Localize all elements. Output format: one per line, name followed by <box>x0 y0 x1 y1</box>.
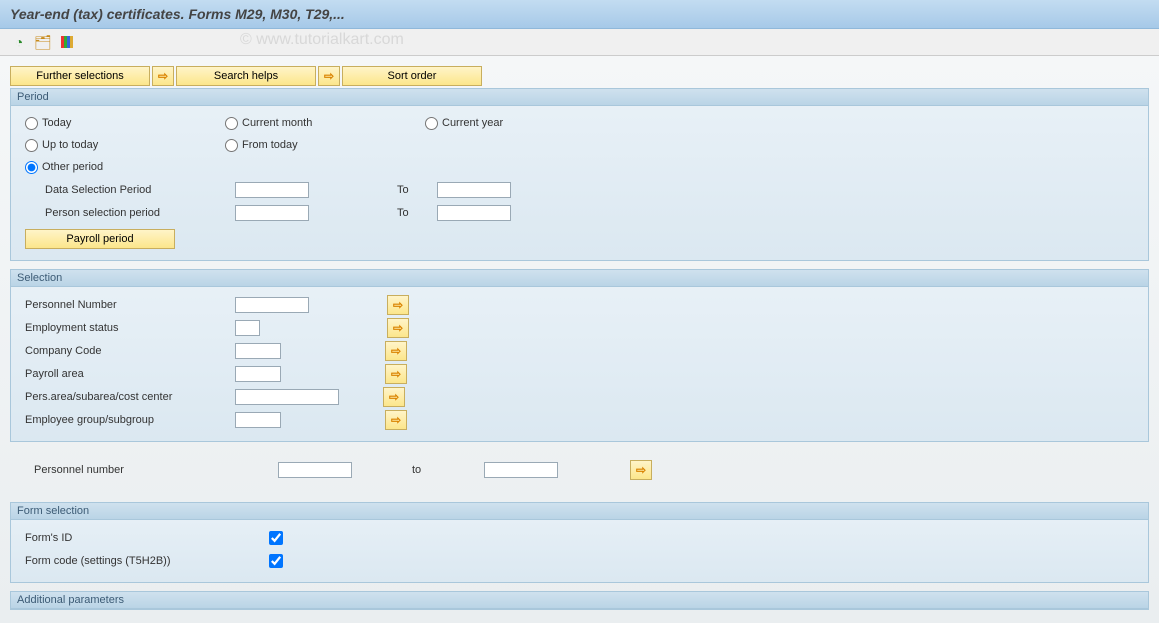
person-selection-from-input[interactable] <box>235 205 309 221</box>
arrow-right-icon: ⇨ <box>393 299 403 311</box>
period-group: Period Today Current month Current year … <box>10 88 1149 261</box>
sort-order-arrow-button[interactable]: ⇨ <box>318 66 340 86</box>
to-label: To <box>397 207 437 219</box>
loose-to-label: to <box>412 464 484 476</box>
person-selection-to-input[interactable] <box>437 205 511 221</box>
to-label: To <box>397 184 437 196</box>
radio-other-period[interactable]: Other period <box>25 161 165 174</box>
person-selection-period-label: Person selection period <box>25 207 235 219</box>
top-button-row: Further selections ⇨ Search helps ⇨ Sort… <box>10 66 1149 86</box>
data-selection-from-input[interactable] <box>235 182 309 198</box>
payroll-area-input[interactable] <box>235 366 281 382</box>
employment-status-input[interactable] <box>235 320 260 336</box>
company-code-multi-button[interactable]: ⇨ <box>385 341 407 361</box>
payroll-period-button[interactable]: Payroll period <box>25 229 175 249</box>
further-selections-button[interactable]: Further selections <box>10 66 150 86</box>
radio-up-to-today-label: Up to today <box>42 139 98 151</box>
radio-current-month-label: Current month <box>242 117 312 129</box>
arrow-right-icon: ⇨ <box>391 368 401 380</box>
additional-parameters-title: Additional parameters <box>11 592 1148 609</box>
radio-current-year[interactable]: Current year <box>425 117 565 130</box>
employee-group-input[interactable] <box>235 412 281 428</box>
personnel-number-row: Personnel number to ⇨ <box>10 456 1149 484</box>
employment-status-label: Employment status <box>25 322 235 334</box>
color-legend-icon[interactable] <box>58 33 76 51</box>
company-code-label: Company Code <box>25 345 235 357</box>
personnel-number-input[interactable] <box>235 297 309 313</box>
radio-from-today-label: From today <box>242 139 298 151</box>
arrow-right-icon: ⇨ <box>636 464 646 476</box>
radio-from-today[interactable]: From today <box>225 139 365 152</box>
arrow-right-icon: ⇨ <box>158 70 168 82</box>
personnel-number-label: Personnel Number <box>25 299 235 311</box>
loose-personnel-number-label: Personnel number <box>34 464 278 476</box>
get-variant-icon[interactable]: 🗂 <box>34 33 52 51</box>
app-toolbar: ◔ 🗂 © www.tutorialkart.com <box>0 29 1159 56</box>
payroll-area-label: Payroll area <box>25 368 235 380</box>
forms-id-label: Form's ID <box>25 532 269 544</box>
loose-personnel-number-to-input[interactable] <box>484 462 558 478</box>
payroll-area-multi-button[interactable]: ⇨ <box>385 364 407 384</box>
arrow-right-icon: ⇨ <box>391 414 401 426</box>
radio-other-period-label: Other period <box>42 161 103 173</box>
employee-group-label: Employee group/subgroup <box>25 414 235 426</box>
data-selection-to-input[interactable] <box>437 182 511 198</box>
pers-area-label: Pers.area/subarea/cost center <box>25 391 235 403</box>
selection-group-title: Selection <box>11 270 1148 287</box>
radio-today[interactable]: Today <box>25 117 165 130</box>
search-helps-button[interactable]: Search helps <box>176 66 316 86</box>
arrow-right-icon: ⇨ <box>324 70 334 82</box>
loose-personnel-number-multi-button[interactable]: ⇨ <box>630 460 652 480</box>
arrow-right-icon: ⇨ <box>391 345 401 357</box>
employment-status-multi-button[interactable]: ⇨ <box>387 318 409 338</box>
arrow-right-icon: ⇨ <box>389 391 399 403</box>
sort-order-button[interactable]: Sort order <box>342 66 482 86</box>
radio-today-label: Today <box>42 117 71 129</box>
pers-area-input[interactable] <box>235 389 339 405</box>
execute-icon[interactable]: ◔ <box>10 33 28 51</box>
personnel-number-multi-button[interactable]: ⇨ <box>387 295 409 315</box>
period-group-title: Period <box>11 89 1148 106</box>
pers-area-multi-button[interactable]: ⇨ <box>383 387 405 407</box>
window-title: Year-end (tax) certificates. Forms M29, … <box>0 0 1159 29</box>
radio-up-to-today[interactable]: Up to today <box>25 139 165 152</box>
content-area: Further selections ⇨ Search helps ⇨ Sort… <box>0 56 1159 623</box>
employee-group-multi-button[interactable]: ⇨ <box>385 410 407 430</box>
radio-current-year-label: Current year <box>442 117 503 129</box>
form-selection-group: Form selection Form's ID Form code (sett… <box>10 502 1149 583</box>
form-code-checkbox[interactable] <box>269 554 283 568</box>
arrow-right-icon: ⇨ <box>393 322 403 334</box>
data-selection-period-label: Data Selection Period <box>25 184 235 196</box>
radio-current-month[interactable]: Current month <box>225 117 365 130</box>
search-helps-arrow-button[interactable]: ⇨ <box>152 66 174 86</box>
loose-personnel-number-from-input[interactable] <box>278 462 352 478</box>
forms-id-checkbox[interactable] <box>269 531 283 545</box>
form-selection-group-title: Form selection <box>11 503 1148 520</box>
watermark-text: © www.tutorialkart.com <box>240 31 404 49</box>
form-code-label: Form code (settings (T5H2B)) <box>25 555 269 567</box>
additional-parameters-group: Additional parameters <box>10 591 1149 610</box>
company-code-input[interactable] <box>235 343 281 359</box>
selection-group: Selection Personnel Number ⇨ Employment … <box>10 269 1149 442</box>
